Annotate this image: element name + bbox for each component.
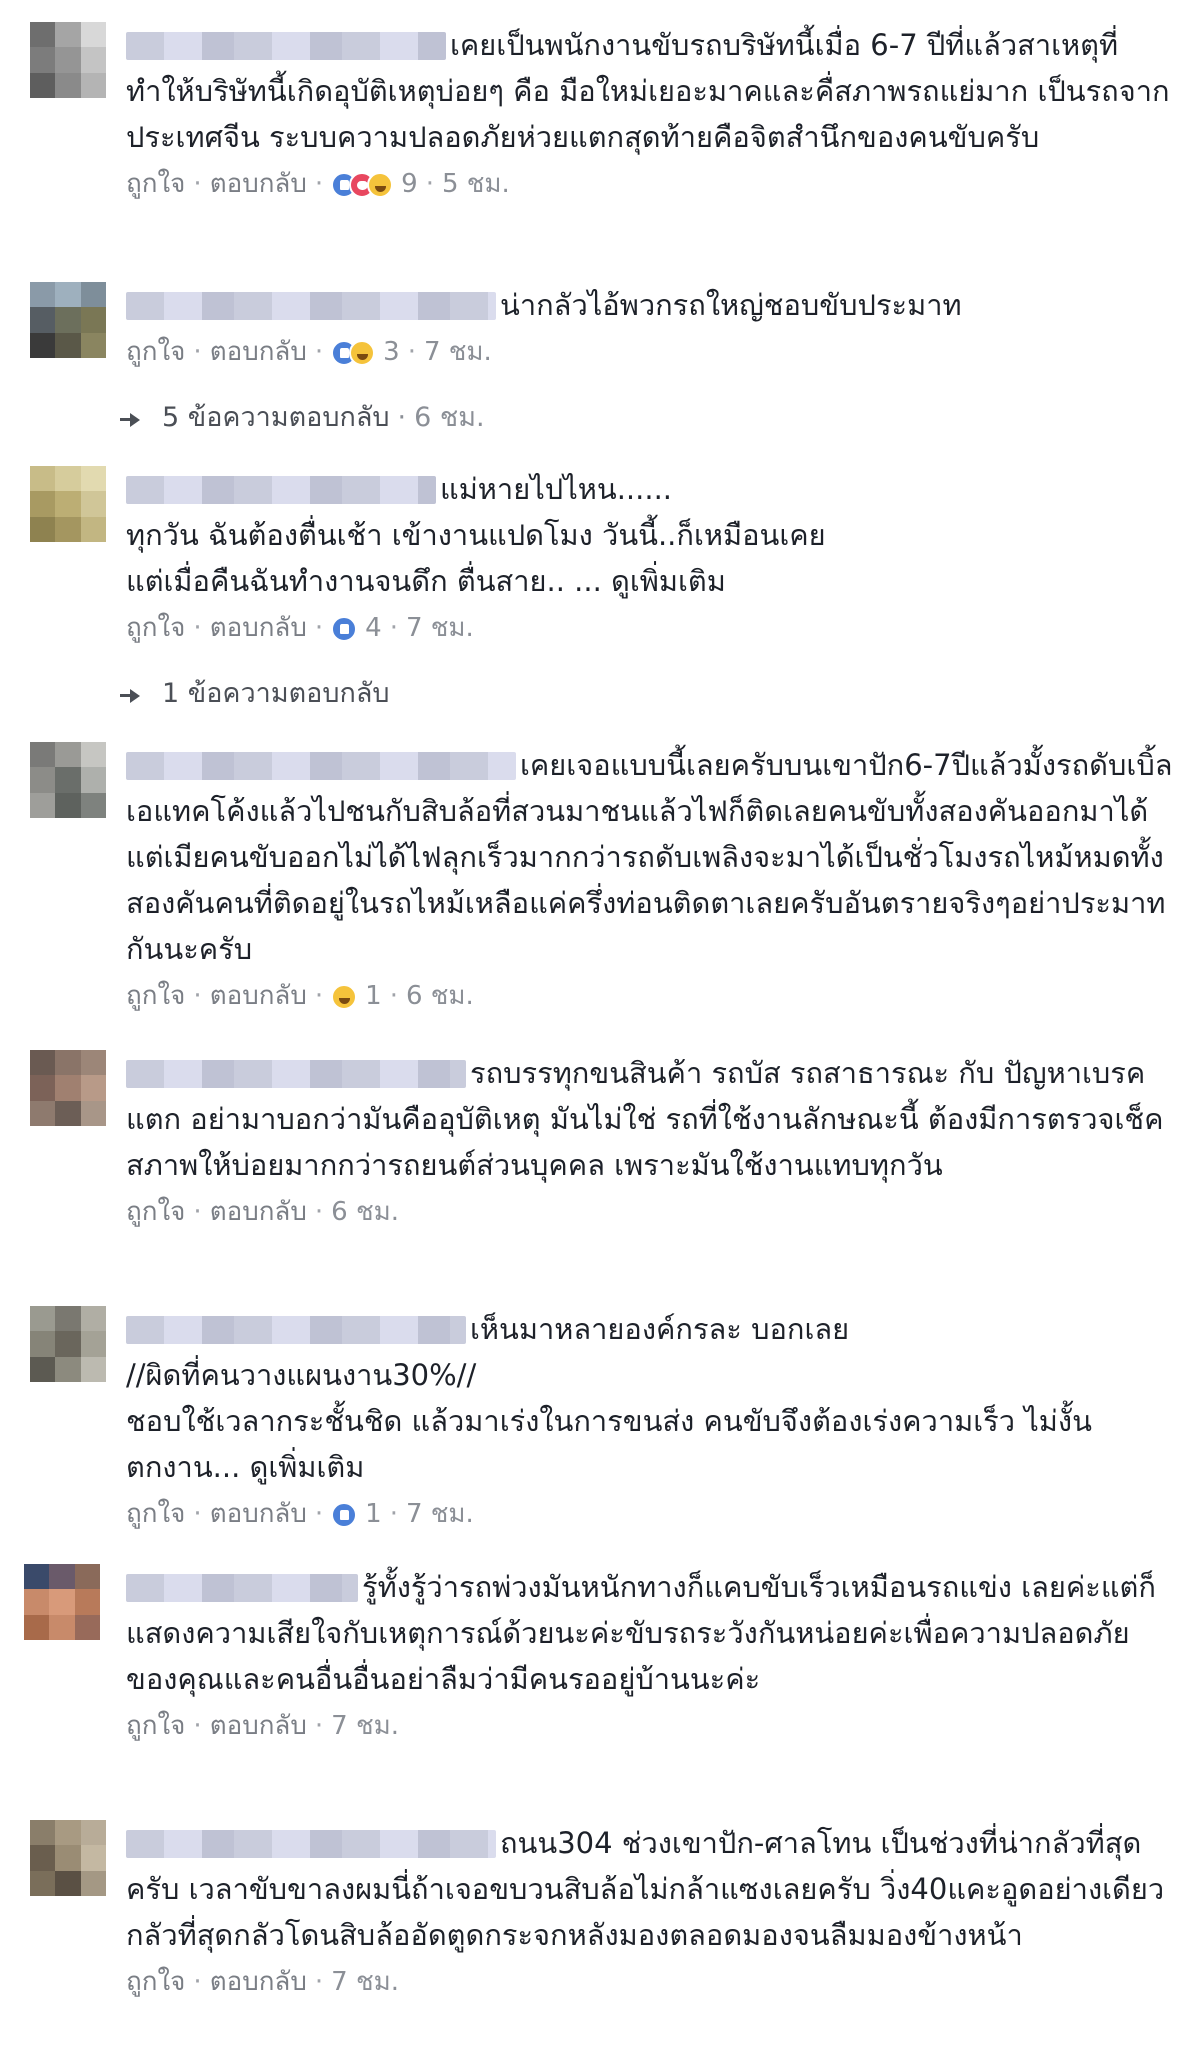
comment-actions: ถูกใจ · ตอบกลับ · 3 · 7 ชม. [126, 330, 1176, 380]
like-link[interactable]: ถูกใจ [126, 1197, 185, 1227]
like-link[interactable]: ถูกใจ [126, 169, 185, 199]
comment-actions: ถูกใจ · ตอบกลับ · 1 · 6 ชม. [126, 974, 1176, 1024]
like-link[interactable]: ถูกใจ [126, 1499, 185, 1529]
haha-reaction-icon [367, 172, 394, 198]
commenter-name[interactable] [126, 1574, 358, 1602]
commenter-name[interactable] [126, 32, 446, 60]
avatar[interactable] [30, 466, 106, 542]
timestamp[interactable]: 6 ชม. [406, 981, 474, 1011]
reply-link[interactable]: ตอบกลับ [210, 1197, 307, 1227]
comment-actions: ถูกใจ · ตอบกลับ · 7 ชม. [126, 1711, 399, 1741]
commenter-name[interactable] [126, 476, 436, 504]
view-replies-link[interactable]: 5 ข้อความตอบกลับ · 6 ชม. [120, 396, 485, 440]
comment-text: ถนน304 ช่วงเขาปัก-ศาลโทน เป็นช่วงที่น่าก… [126, 1826, 1174, 1952]
commenter-name[interactable] [126, 1060, 466, 1088]
see-more-link[interactable]: ดูเพิ่มเติม [611, 564, 726, 598]
timestamp[interactable]: 7 ชม. [331, 1967, 399, 1997]
like-link[interactable]: ถูกใจ [126, 337, 185, 367]
comment-actions: ถูกใจ · ตอบกลับ · 6 ชม. [126, 1197, 399, 1227]
avatar[interactable] [30, 1820, 106, 1896]
timestamp[interactable]: 7 ชม. [406, 613, 474, 643]
reply-link[interactable]: ตอบกลับ [210, 613, 307, 643]
view-replies-link[interactable]: 1 ข้อความตอบกลับ [120, 672, 390, 716]
haha-reaction-icon [349, 340, 376, 366]
avatar[interactable] [30, 742, 106, 818]
reply-link[interactable]: ตอบกลับ [210, 169, 307, 199]
comment-text: รู้ทั้งรู้ว่ารถพ่วงมันหนักทางก็แคบขับเร็… [126, 1570, 1156, 1696]
comment-text: รถบรรทุกขนสินค้า รถบัส รถสาธารณะ กับ ปัญ… [126, 1056, 1164, 1182]
timestamp[interactable]: 6 ชม. [331, 1197, 399, 1227]
commenter-name[interactable] [126, 292, 496, 320]
reply-link[interactable]: ตอบกลับ [210, 1711, 307, 1741]
like-reaction-icon [331, 1502, 358, 1528]
comment-text: เคยเจอแบบนี้เลยครับบนเขาปัก6-7ปีแล้วมั้ง… [126, 748, 1173, 966]
comment-text: เห็นมาหลายองค์กรละ บอกเลย //ผิดที่คนวางแ… [126, 1312, 1092, 1484]
like-link[interactable]: ถูกใจ [126, 981, 185, 1011]
reaction-count: 1 [365, 1499, 382, 1529]
reply-arrow-icon [120, 686, 142, 704]
comment-actions: ถูกใจ · ตอบกลับ · 1 · 7 ชม. [126, 1492, 1176, 1542]
commenter-name[interactable] [126, 1316, 466, 1344]
reactions[interactable] [331, 168, 394, 212]
avatar[interactable] [24, 1564, 100, 1640]
reply-arrow-icon [120, 410, 142, 428]
comment-actions: ถูกใจ · ตอบกลับ · 4 · 7 ชม. [126, 606, 1176, 656]
reactions[interactable] [331, 612, 358, 656]
like-reaction-icon [331, 616, 358, 642]
avatar[interactable] [30, 22, 106, 98]
timestamp[interactable]: 7 ชม. [406, 1499, 474, 1529]
comment-text: น่ากลัวไอ้พวกรถใหญ่ชอบขับประมาท [126, 282, 1176, 328]
avatar[interactable] [30, 1306, 106, 1382]
reply-link[interactable]: ตอบกลับ [210, 981, 307, 1011]
avatar[interactable] [30, 282, 106, 358]
reaction-count: 4 [365, 613, 382, 643]
like-link[interactable]: ถูกใจ [126, 613, 185, 643]
reply-link[interactable]: ตอบกลับ [210, 337, 307, 367]
comment-actions: ถูกใจ · ตอบกลับ · 7 ชม. [126, 1967, 399, 1997]
reply-link[interactable]: ตอบกลับ [210, 1499, 307, 1529]
reactions[interactable] [331, 336, 376, 380]
see-more-link[interactable]: ดูเพิ่มเติม [250, 1450, 365, 1484]
reaction-count: 9 [401, 169, 418, 199]
reactions[interactable] [331, 980, 358, 1024]
comment-actions: ถูกใจ · ตอบกลับ · 9 · 5 ชม. [126, 162, 1176, 212]
timestamp[interactable]: 7 ชม. [331, 1711, 399, 1741]
reply-link[interactable]: ตอบกลับ [210, 1967, 307, 1997]
comment-thread: เคยเป็นพนักงานขับรถบริษัทนี้เมื่อ 6-7 ปี… [0, 0, 1200, 2068]
comment-text: แม่หายไปไหน...... ทุกวัน ฉันต้องตื่นเช้า… [126, 472, 826, 598]
reaction-count: 1 [365, 981, 382, 1011]
reactions[interactable] [331, 1498, 358, 1542]
reaction-count: 3 [383, 337, 400, 367]
haha-reaction-icon [331, 984, 358, 1010]
timestamp: 6 ชม. [414, 402, 485, 433]
commenter-name[interactable] [126, 1830, 496, 1858]
timestamp[interactable]: 5 ชม. [442, 169, 510, 199]
like-link[interactable]: ถูกใจ [126, 1967, 185, 1997]
timestamp[interactable]: 7 ชม. [424, 337, 492, 367]
commenter-name[interactable] [126, 752, 516, 780]
comment-text: เคยเป็นพนักงานขับรถบริษัทนี้เมื่อ 6-7 ปี… [126, 28, 1170, 154]
like-link[interactable]: ถูกใจ [126, 1711, 185, 1741]
avatar[interactable] [30, 1050, 106, 1126]
